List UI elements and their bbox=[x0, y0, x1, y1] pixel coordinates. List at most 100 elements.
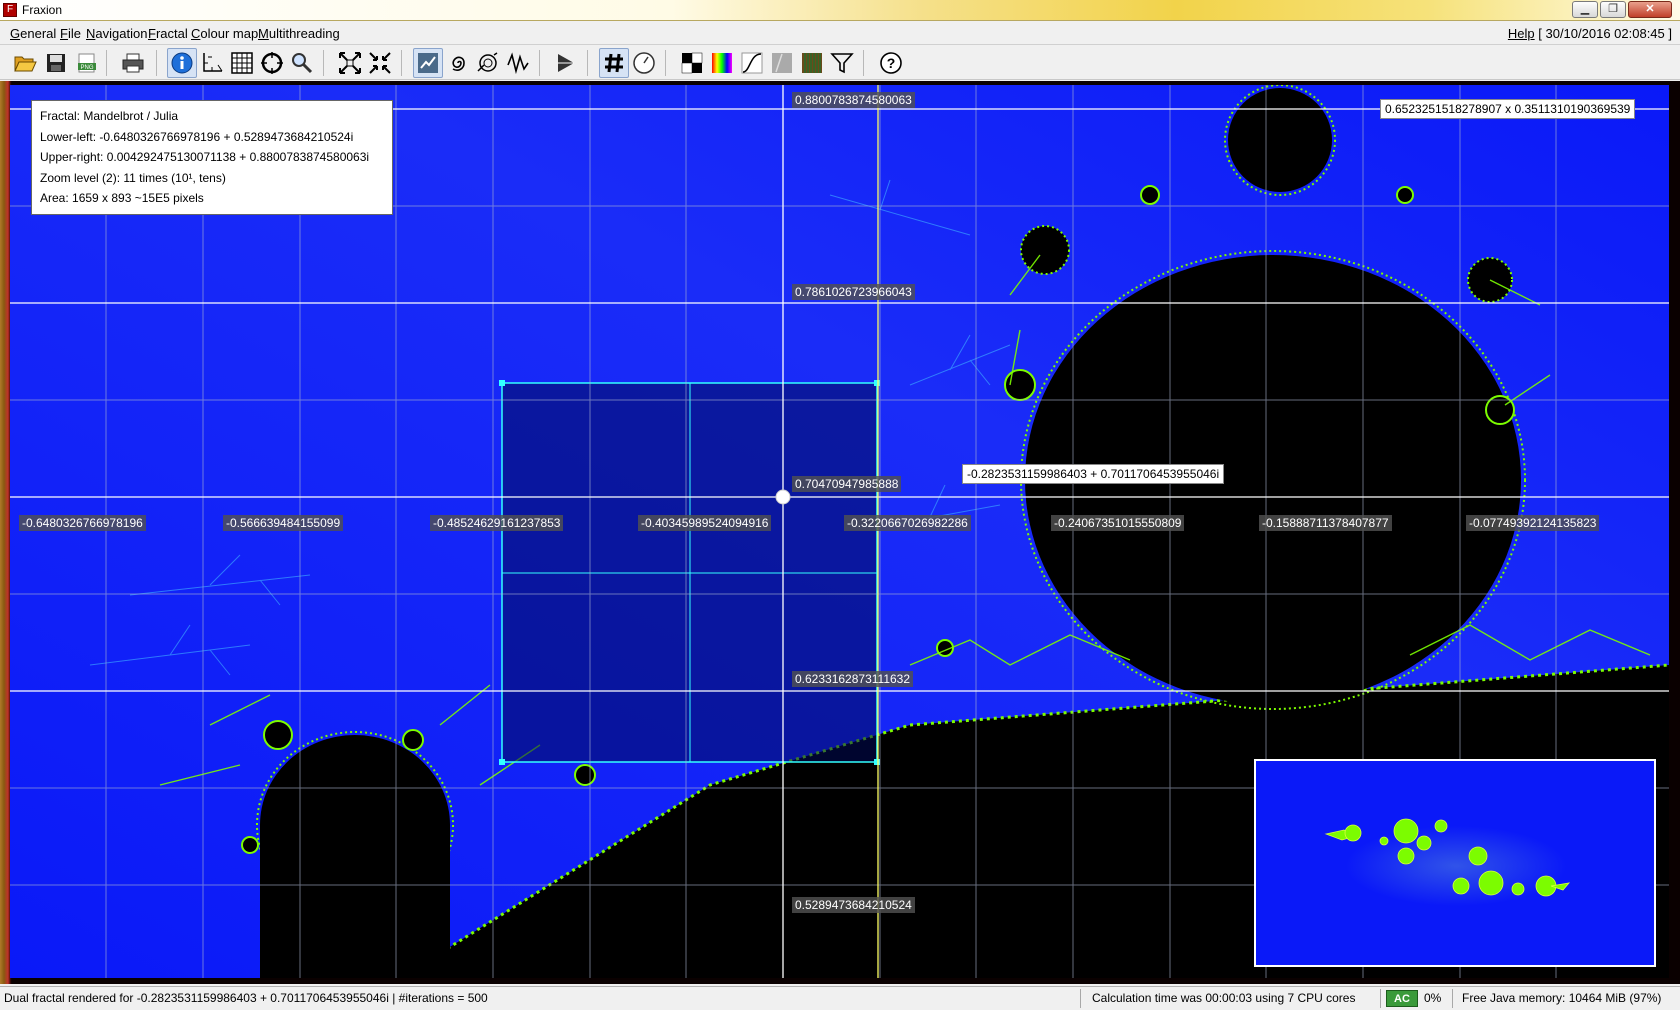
menu-multithreading[interactable]: Multithreading bbox=[258, 26, 340, 41]
filter-icon[interactable] bbox=[827, 48, 857, 78]
zoom-in-icon[interactable] bbox=[365, 48, 395, 78]
crosshair-icon[interactable] bbox=[257, 48, 287, 78]
x-axis-label: -0.24067351015550809 bbox=[1051, 515, 1185, 531]
y-axis-label: 0.7861026723966043 bbox=[792, 284, 915, 300]
toolbar-separator bbox=[323, 50, 324, 76]
cursor-coordinate-tooltip: -0.2823531159986403 + 0.7011706453955046… bbox=[962, 464, 1225, 484]
y-axis-label: 0.8800783874580063 bbox=[792, 92, 915, 108]
menu-label: avigation bbox=[95, 26, 148, 41]
menu-navigation[interactable]: Navigation bbox=[86, 26, 147, 41]
toolbar-separator bbox=[401, 50, 402, 76]
info-fractal: Fractal: Mandelbrot / Julia bbox=[40, 109, 179, 123]
menu-help[interactable]: Help bbox=[1508, 26, 1535, 41]
y-axis-label: 0.6233162873111632 bbox=[792, 671, 914, 687]
menu-colour-map[interactable]: Colour map bbox=[191, 26, 258, 41]
curve-icon[interactable] bbox=[737, 48, 767, 78]
magnifier-icon[interactable] bbox=[287, 48, 317, 78]
orbit-icon[interactable] bbox=[473, 48, 503, 78]
free-memory: Free Java memory: 10464 MiB (97%) bbox=[1462, 991, 1662, 1005]
window-controls: ▁ ❐ ✕ bbox=[1572, 1, 1672, 18]
y-axis-label: 0.5289473684210524 bbox=[792, 897, 915, 913]
info-lower-left: Lower-left: -0.6480326766978196 + 0.5289… bbox=[40, 129, 354, 144]
maximize-button[interactable]: ❐ bbox=[1600, 1, 1626, 18]
fractal-viewport[interactable]: Fractal: Mandelbrot / Julia Lower-left: … bbox=[10, 85, 1669, 978]
cursor-marker bbox=[775, 489, 791, 505]
x-axis-label: -0.3220667026982286 bbox=[844, 515, 971, 531]
info-icon[interactable] bbox=[167, 48, 197, 78]
minimize-button[interactable]: ▁ bbox=[1572, 1, 1598, 18]
save-disk-icon[interactable] bbox=[41, 48, 71, 78]
menu-fractal[interactable]: Fractal bbox=[148, 26, 188, 41]
status-divider bbox=[1380, 989, 1381, 1008]
x-axis-label: -0.15888711378407877 bbox=[1259, 515, 1392, 531]
gradient-icon[interactable] bbox=[767, 48, 797, 78]
menu-bar: General File Navigation Fractal Colour m… bbox=[0, 22, 1680, 43]
info-zoom: Zoom level (2): 11 times (10¹, tens) bbox=[40, 170, 226, 185]
menu-mnemonic: M bbox=[258, 26, 269, 41]
rotate-icon[interactable] bbox=[413, 48, 443, 78]
play-animation-icon[interactable] bbox=[551, 48, 581, 78]
close-button[interactable]: ✕ bbox=[1628, 1, 1672, 18]
export-png-icon[interactable]: PNG bbox=[72, 48, 102, 78]
svg-text:?: ? bbox=[887, 55, 896, 71]
menu-label: ractal bbox=[155, 26, 188, 41]
app-icon: F bbox=[3, 3, 17, 17]
menu-label: eneral bbox=[20, 26, 57, 41]
cpu-load: 0% bbox=[1424, 991, 1442, 1005]
status-bar: Dual fractal rendered for -0.28235311599… bbox=[0, 986, 1680, 1010]
julia-preview-image bbox=[1256, 761, 1654, 965]
status-divider bbox=[1080, 989, 1081, 1008]
x-axis-label: -0.07749392124135823 bbox=[1466, 515, 1600, 531]
wave-icon[interactable] bbox=[503, 48, 533, 78]
info-upper-right: Upper-right: 0.004292475130071138 + 0.88… bbox=[40, 150, 370, 164]
window-title: Fraxion bbox=[22, 3, 63, 17]
title-bar: F Fraxion ▁ ❐ ✕ bbox=[0, 0, 1680, 21]
x-axis-label: -0.40345989524094916 bbox=[638, 515, 772, 531]
axes-icon[interactable] bbox=[197, 48, 227, 78]
toolbar-separator bbox=[539, 50, 540, 76]
print-icon[interactable] bbox=[118, 48, 148, 78]
julia-preview[interactable] bbox=[1254, 759, 1656, 967]
menu-file[interactable]: File bbox=[60, 26, 81, 41]
rainbow-colour-icon[interactable] bbox=[707, 48, 737, 78]
png-badge: PNG bbox=[80, 65, 93, 71]
clock-gauge-icon[interactable] bbox=[629, 48, 659, 78]
hash-icon[interactable] bbox=[599, 48, 629, 78]
toolbar-separator bbox=[587, 50, 588, 76]
grid-icon[interactable] bbox=[227, 48, 257, 78]
toolbar-separator bbox=[156, 50, 157, 76]
open-folder-icon[interactable] bbox=[10, 48, 40, 78]
zoom-out-icon[interactable] bbox=[335, 48, 365, 78]
y-axis-label: 0.70470947985888 bbox=[792, 476, 902, 492]
menu-mnemonic: N bbox=[86, 26, 96, 41]
toolbar: PNG ? bbox=[0, 44, 1680, 80]
menu-right: Help [ 30/10/2016 02:08:45 ] bbox=[1508, 26, 1672, 41]
menu-label: ile bbox=[67, 26, 81, 41]
palette-bars-icon[interactable] bbox=[797, 48, 827, 78]
menu-mnemonic: F bbox=[60, 26, 68, 41]
menu-label: olour map bbox=[200, 26, 259, 41]
menu-label: ultithreading bbox=[268, 26, 340, 41]
menu-mnemonic: F bbox=[148, 26, 156, 41]
toolbar-separator bbox=[106, 50, 107, 76]
info-panel: Fractal: Mandelbrot / Julia Lower-left: … bbox=[31, 100, 393, 215]
x-axis-label: -0.48524629161237853 bbox=[430, 515, 564, 531]
spiral-icon[interactable] bbox=[443, 48, 473, 78]
x-axis-label: -0.566639484155099 bbox=[223, 515, 344, 531]
menu-general[interactable]: General bbox=[10, 26, 56, 41]
menu-mnemonic: C bbox=[191, 26, 201, 41]
calc-time: Calculation time was 00:00:03 using 7 CP… bbox=[1092, 991, 1356, 1005]
x-axis-label: -0.6480326766978196 bbox=[19, 515, 146, 531]
help-question-icon[interactable]: ? bbox=[876, 48, 906, 78]
status-message: Dual fractal rendered for -0.28235311599… bbox=[4, 991, 488, 1005]
info-area: Area: 1659 x 893 ~15E5 pixels bbox=[40, 191, 204, 205]
dimensions-label: 0.6523251518278907 x 0.3511310190369539 bbox=[1380, 99, 1636, 119]
toolbar-separator bbox=[665, 50, 666, 76]
ac-power-icon: AC bbox=[1386, 990, 1418, 1007]
status-divider bbox=[1452, 989, 1453, 1008]
menu-mnemonic: G bbox=[10, 26, 21, 41]
checker-colour-icon[interactable] bbox=[677, 48, 707, 78]
fractal-canvas[interactable]: Fractal: Mandelbrot / Julia Lower-left: … bbox=[0, 81, 1680, 984]
datetime-display: [ 30/10/2016 02:08:45 ] bbox=[1538, 26, 1672, 41]
toolbar-separator bbox=[863, 50, 864, 76]
